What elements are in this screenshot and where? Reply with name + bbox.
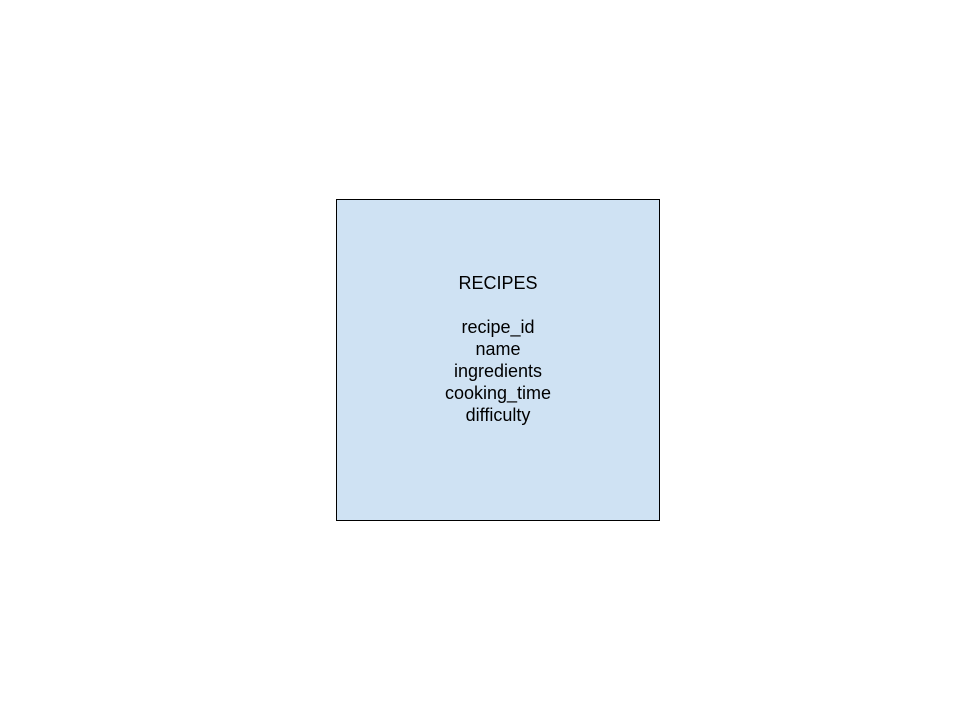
entity-title: RECIPES [458, 273, 538, 293]
attribute-cooking-time: cooking_time [444, 383, 552, 403]
attribute-recipe-id: recipe_id [461, 317, 535, 337]
recipes-entity-box: RECIPES recipe_id name ingredients cooki… [336, 199, 660, 521]
attribute-list: recipe_id name ingredients cooking_time … [445, 316, 551, 426]
attribute-name: name [475, 339, 521, 359]
attribute-difficulty: difficulty [465, 405, 531, 425]
attribute-ingredients: ingredients [453, 361, 543, 381]
